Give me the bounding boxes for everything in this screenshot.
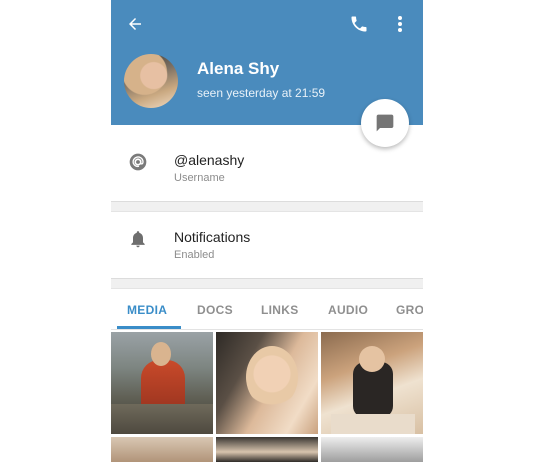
arrow-left-icon [129, 18, 141, 30]
back-button[interactable] [123, 12, 147, 36]
username-row[interactable]: @alenashy Username [111, 126, 423, 202]
tab-media[interactable]: MEDIA [127, 303, 167, 317]
shared-media-tabs: MEDIA DOCS LINKS AUDIO GROU [111, 289, 423, 330]
username-label: Username [174, 172, 225, 184]
media-thumbnail[interactable] [321, 332, 423, 434]
media-grid [111, 332, 423, 462]
last-seen-status: seen yesterday at 21:59 [197, 86, 326, 100]
call-button[interactable] [348, 13, 370, 35]
media-thumbnail[interactable] [111, 332, 213, 434]
media-thumbnail[interactable] [321, 437, 423, 462]
username-value: @alenashy [174, 152, 245, 168]
media-thumbnail[interactable] [216, 437, 318, 462]
avatar[interactable] [124, 54, 178, 108]
active-tab-indicator [117, 326, 181, 329]
tab-links[interactable]: LINKS [261, 303, 299, 317]
media-thumbnail[interactable] [216, 332, 318, 434]
profile-screen: Alena Shy seen yesterday at 21:59 @alena… [111, 0, 423, 462]
notifications-row[interactable]: Notifications Enabled [111, 211, 423, 279]
tab-docs[interactable]: DOCS [197, 303, 233, 317]
notifications-title: Notifications [174, 229, 251, 245]
notifications-status: Enabled [174, 249, 215, 261]
section-divider [111, 278, 423, 289]
more-vertical-icon [398, 16, 402, 32]
more-menu-button[interactable] [393, 13, 407, 35]
phone-icon [351, 16, 367, 32]
media-thumbnail[interactable] [111, 437, 213, 462]
contact-name: Alena Shy [197, 59, 280, 78]
tab-audio[interactable]: AUDIO [328, 303, 368, 317]
bell-icon [128, 229, 148, 254]
at-icon [128, 152, 148, 177]
tab-groups[interactable]: GROU [396, 303, 423, 317]
